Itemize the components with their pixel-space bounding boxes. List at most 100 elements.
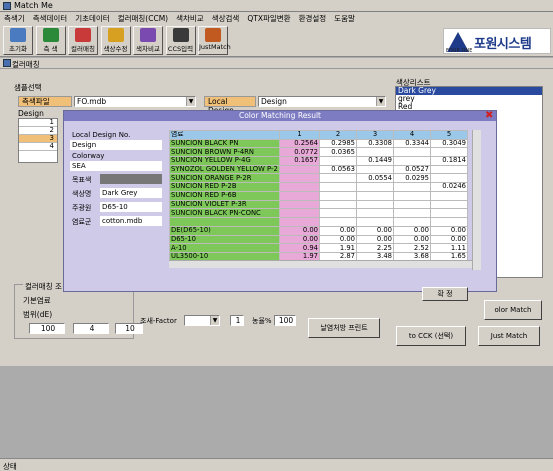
value-cell	[319, 173, 357, 184]
table-row: A-10 0.94 1.91 2.25 2.52 1.11	[169, 243, 468, 253]
value-cell: 0.1814	[430, 156, 468, 166]
confirm-button[interactable]: 확 정	[422, 287, 468, 301]
table-row: SUNCION ORANGE P-2R 0.0554 0.0295	[169, 173, 468, 184]
illuminant-value: D65-10	[100, 202, 162, 212]
table-row: SUNCION RED P-6B	[169, 190, 468, 201]
value-cell: 0.00	[430, 225, 468, 236]
value-cell: 0.0246	[430, 182, 468, 192]
close-icon[interactable]: ✖	[485, 111, 494, 121]
design-label: Design	[18, 109, 44, 118]
value-cell	[430, 216, 468, 227]
toolbar-button-3[interactable]: 색상수정	[100, 26, 131, 55]
row-label-cell: SUNCION BLACK PN	[169, 138, 280, 149]
color-list-item[interactable]: Dark Grey	[396, 87, 542, 95]
row-label-cell: SUNCION RED P-2B	[169, 182, 280, 192]
to-cck-button[interactable]: to CCK (선택)	[396, 326, 466, 346]
value-cell: 2.25	[356, 243, 394, 253]
value-cell: 0.94	[279, 243, 320, 253]
range-input-3[interactable]: 10	[115, 323, 143, 334]
toolbar-button-label: 초기화	[9, 45, 27, 53]
table-row: SUNCION BROWN P-4RN 0.0772 0.0365	[169, 147, 468, 158]
toolbar-button-label: 색차비교	[136, 45, 160, 53]
value-cell	[356, 147, 394, 158]
logo-subtext: FOUR ONE	[446, 48, 473, 54]
range-input-2[interactable]: 4	[73, 323, 109, 334]
illuminant-label: 주광원	[72, 204, 92, 212]
value-cell	[356, 164, 394, 175]
toolbar-button-4[interactable]: 색차비교	[133, 26, 163, 55]
design-grid[interactable]: 1234	[18, 118, 58, 163]
row-label-cell: SYNOZOL GOLDEN YELLOW P-2	[169, 164, 280, 175]
toolbar-button-2[interactable]: 컬러매칭	[68, 26, 98, 55]
file-label: 측색파일	[18, 96, 72, 107]
value-cell	[393, 216, 431, 227]
value-cell	[319, 216, 357, 227]
value-cell: 0.2985	[319, 138, 357, 149]
value-cell: 3	[356, 130, 394, 140]
color-match-button[interactable]: olor Match	[484, 300, 542, 320]
toolbar-button-1[interactable]: 측 색	[35, 26, 66, 55]
range-input-1[interactable]: 100	[29, 323, 65, 334]
value-cell: 0.0554	[356, 173, 394, 184]
color-match-icon	[75, 28, 91, 42]
child-window-title-bar: 컬러매칭	[0, 58, 553, 69]
target-color-swatch	[100, 174, 162, 184]
value-cell: 1	[279, 130, 320, 140]
percent-label: 농율%	[252, 317, 272, 325]
value-cell	[430, 164, 468, 175]
status-bar: 상태	[0, 458, 553, 471]
toolbar-button-6[interactable]: JustMatch	[198, 26, 231, 55]
local-design-no-label: Local Design No.	[72, 131, 131, 139]
value-cell: 0.00	[319, 225, 357, 236]
value-cell: 0.00	[319, 234, 357, 245]
local-design-select[interactable]: Design ▼	[258, 96, 386, 107]
batch-print-button[interactable]: 날염처방 프린트	[308, 318, 380, 338]
chevron-down-icon: ▼	[186, 97, 195, 106]
measure-icon	[42, 28, 59, 42]
toolbar-button-0[interactable]: 초기화	[3, 26, 33, 55]
toolbar-button-label: 컬러매칭	[71, 45, 95, 53]
table-row: DE(D65-10) 0.00 0.00 0.00 0.00 0.00	[169, 225, 468, 236]
percent-input[interactable]: 100	[274, 315, 296, 326]
menu-bar: 측색기 측색데이터 기초데이터 컬러매칭(CCM) 색차비교 색상검색 QTX파일변환 환경설…	[0, 12, 553, 24]
table-row: D65-10 0.00 0.00 0.00 0.00 0.00	[169, 234, 468, 245]
file-select[interactable]: FO.mdb ▼	[74, 96, 196, 107]
grid-row[interactable]: 4	[19, 143, 57, 151]
chevron-down-icon: ▼	[210, 316, 219, 325]
target-color-label: 목표색	[72, 176, 92, 184]
factor-select[interactable]: ▼	[184, 315, 220, 326]
color-edit-icon	[107, 28, 124, 42]
value-cell: 0.00	[393, 225, 431, 236]
toolbar-button-5[interactable]: CCS입력	[165, 26, 196, 55]
value-cell	[279, 208, 320, 218]
window-title: Match Me	[14, 1, 53, 10]
status-text: 상태	[3, 462, 17, 471]
value-cell	[319, 190, 357, 201]
child-window-icon	[3, 59, 11, 67]
vertical-scrollbar[interactable]	[472, 130, 481, 270]
ccs-input-icon	[172, 28, 189, 42]
factor-input[interactable]: 1	[230, 315, 244, 326]
table-row: 염료 1 2 3 4 5	[169, 130, 468, 140]
value-cell	[430, 147, 468, 158]
result-table: 염료 1 2 3 4 5 SUNCION BLACK PN 0.2564 0.2985 0.330…	[169, 130, 468, 262]
toolbar-button-label: CCS입력	[167, 45, 194, 53]
value-cell: 0.2564	[279, 138, 320, 149]
value-cell: 0.1449	[356, 156, 394, 166]
value-cell	[319, 199, 357, 210]
value-cell: 0.3308	[356, 138, 394, 149]
table-row: SUNCION VIOLET P-3R	[169, 199, 468, 210]
color-list-item[interactable]: grey	[396, 95, 542, 103]
mdi-background	[0, 366, 553, 458]
value-cell	[279, 199, 320, 210]
horizontal-scrollbar[interactable]	[169, 260, 472, 268]
value-cell	[393, 190, 431, 201]
just-match-button[interactable]: Just Match	[478, 326, 540, 346]
value-cell: 0.00	[356, 234, 394, 245]
value-cell	[393, 182, 431, 192]
row-label-cell: SUNCION RED P-6B	[169, 190, 280, 201]
value-cell: 0.00	[279, 225, 320, 236]
range-label: 범위(dE)	[23, 310, 53, 319]
base-dye-label: 기본염료	[23, 296, 51, 305]
value-cell	[356, 199, 394, 210]
